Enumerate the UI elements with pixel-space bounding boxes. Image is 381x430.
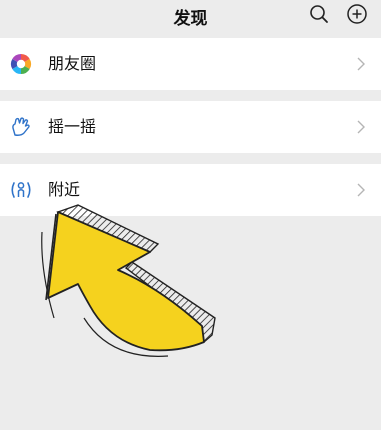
annotation-arrow-icon <box>41 204 216 357</box>
